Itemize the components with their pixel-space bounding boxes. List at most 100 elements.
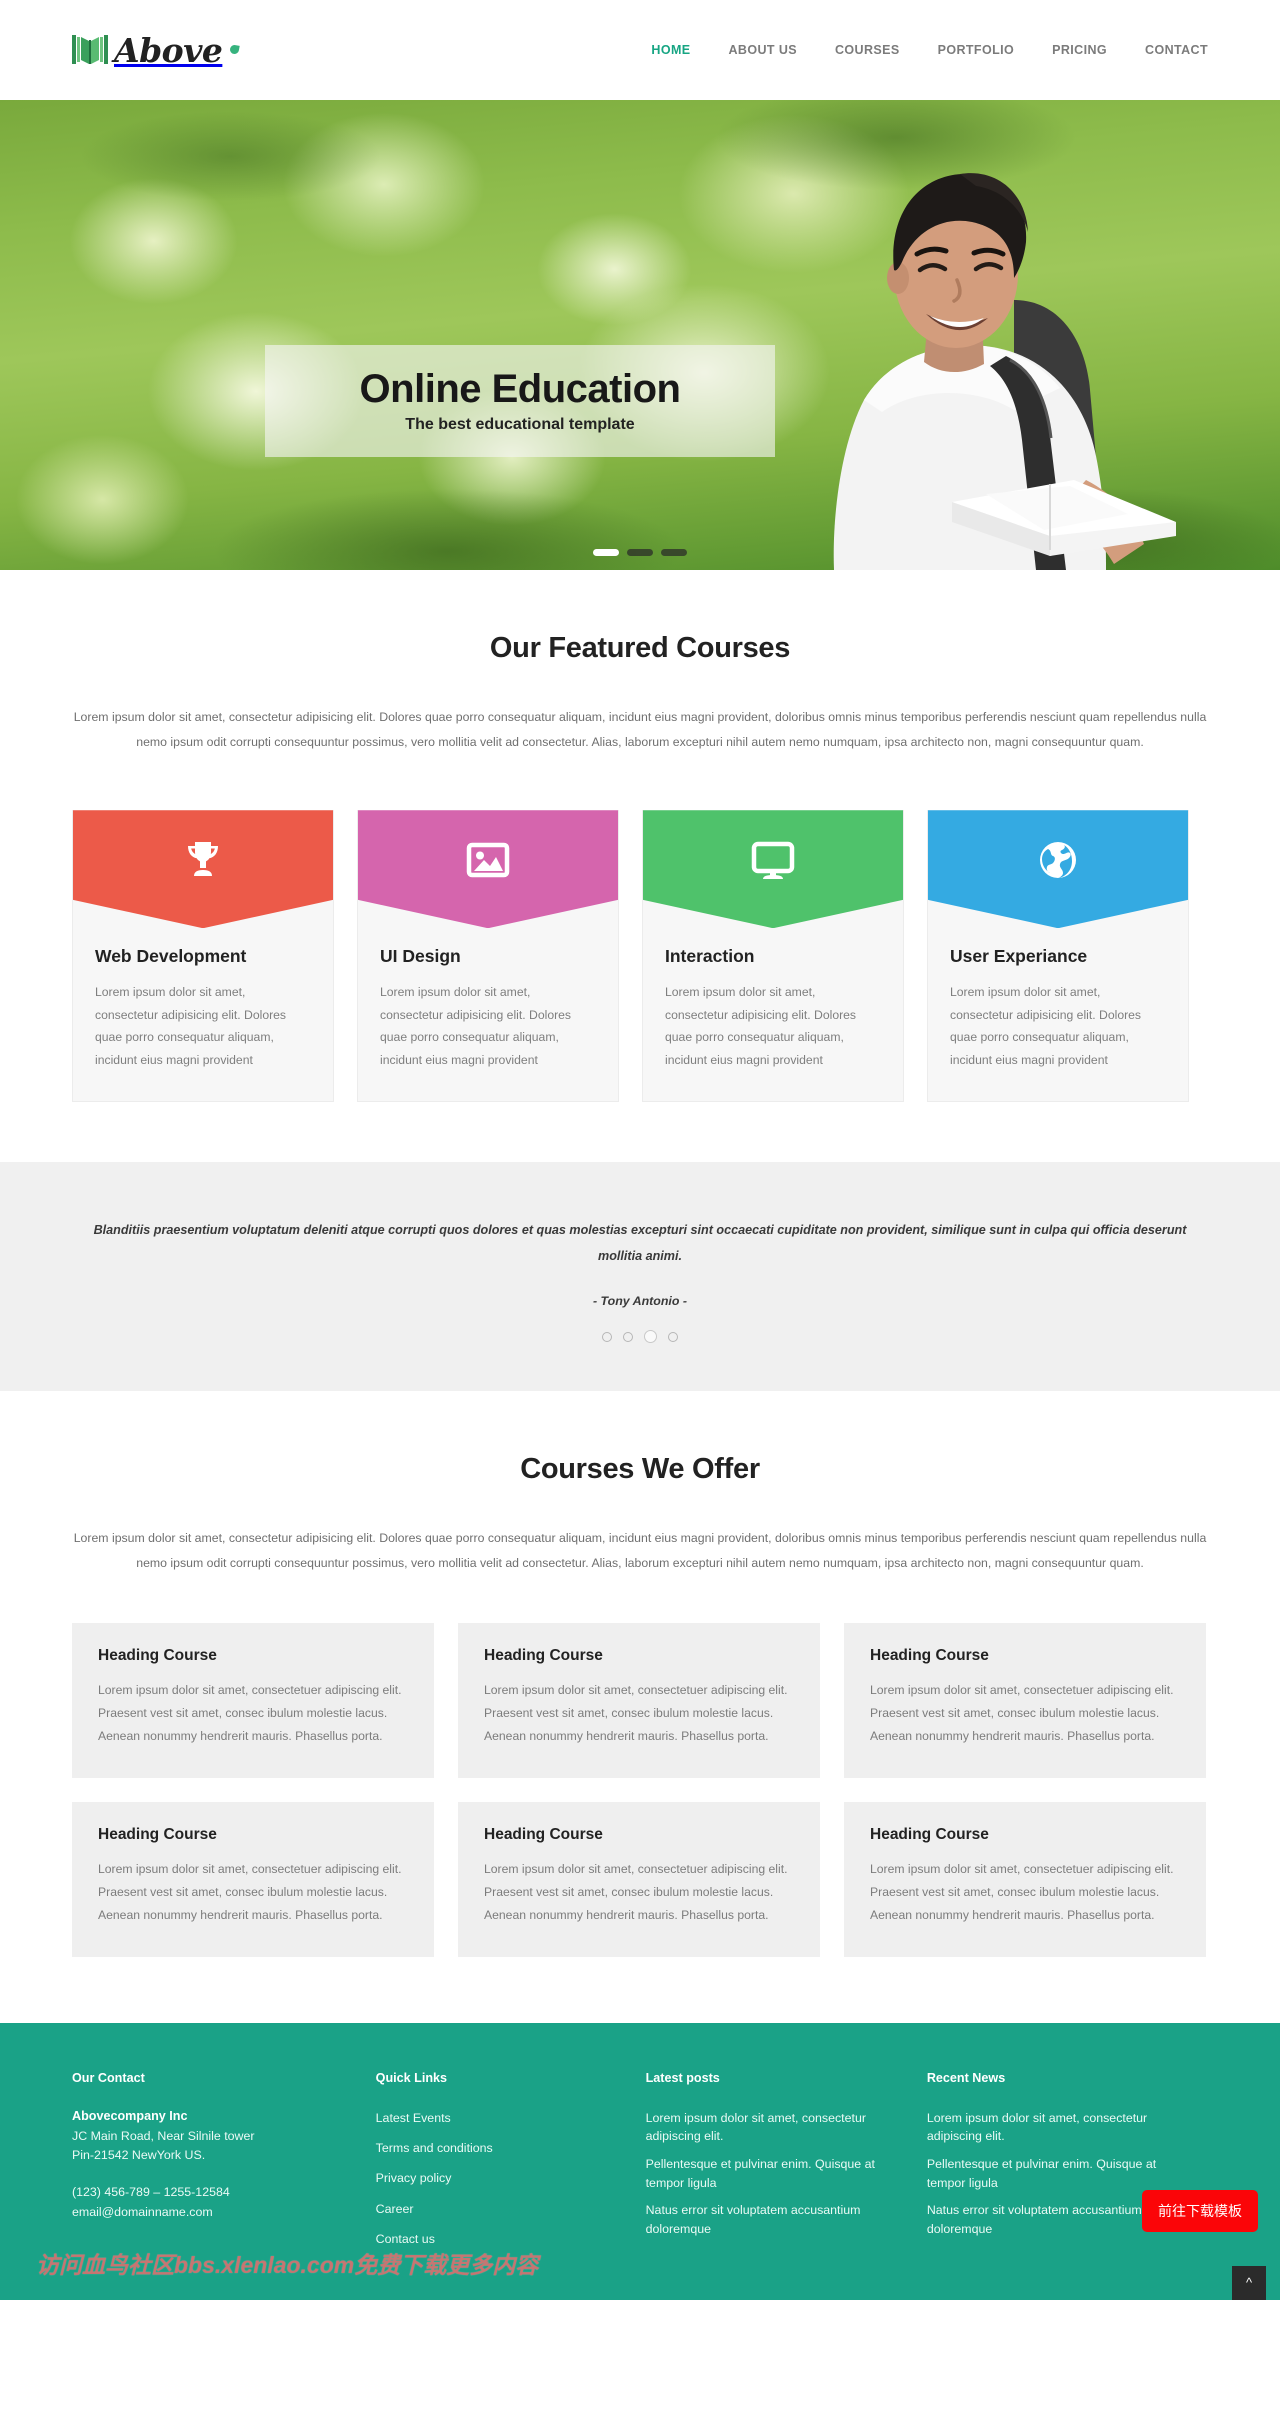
testimonial-carousel-indicators — [0, 1330, 1280, 1344]
footer-latest-post-item[interactable]: Pellentesque et pulvinar enim. Quisque a… — [646, 2155, 897, 2192]
offer-card-title: Heading Course — [484, 1826, 603, 1844]
offer-card-description: Lorem ipsum dolor sit amet, consectetuer… — [98, 1683, 402, 1744]
nav-item-pricing[interactable]: PRICING — [1052, 43, 1107, 57]
main-navigation: HOME ABOUT US COURSES PORTFOLIO PRICING … — [651, 43, 1208, 57]
feature-card-body: User Experiance Lorem ipsum dolor sit am… — [928, 928, 1188, 1101]
download-template-button[interactable]: 前往下载模板 — [1142, 2189, 1258, 2232]
feature-card-body: UI Design Lorem ipsum dolor sit amet, co… — [358, 928, 618, 1101]
chevron-up-icon: ^ — [1245, 2275, 1253, 2291]
footer-email[interactable]: email@domainname.com — [72, 2203, 346, 2222]
offer-card-title: Heading Course — [98, 1647, 217, 1665]
offer-card-title: Heading Course — [98, 1826, 217, 1844]
footer-phone[interactable]: (123) 456-789 – 1255-12584 — [72, 2183, 346, 2202]
featured-section-lead: Lorem ipsum dolor sit amet, consectetur … — [73, 710, 1207, 749]
offer-section-lead: Lorem ipsum dolor sit amet, consectetur … — [73, 1531, 1207, 1570]
offer-card-list: Heading Course Lorem ipsum dolor sit ame… — [72, 1623, 1208, 2023]
footer-company-name: Abovecompany Inc — [72, 2108, 188, 2123]
hero-student-photo — [714, 150, 1184, 570]
offer-card[interactable]: Heading Course Lorem ipsum dolor sit ame… — [72, 1623, 434, 1779]
feature-card-body: Interaction Lorem ipsum dolor sit amet, … — [643, 928, 903, 1101]
footer-recent-news-item[interactable]: Pellentesque et pulvinar enim. Quisque a… — [927, 2155, 1178, 2192]
footer-heading-our-contact: Our Contact — [72, 2070, 145, 2085]
feature-card-title: UI Design — [380, 946, 461, 967]
feature-card-body: Web Development Lorem ipsum dolor sit am… — [73, 928, 333, 1101]
feature-card-banner — [358, 810, 618, 929]
feature-card-banner — [73, 810, 333, 929]
nav-item-home[interactable]: HOME — [651, 43, 690, 57]
logo-text: Above — [114, 30, 223, 70]
site-logo[interactable]: Above — [72, 30, 241, 70]
featured-courses-section: Our Featured Courses Lorem ipsum dolor s… — [0, 570, 1280, 1163]
hero-text-panel: Online Education The best educational te… — [265, 345, 775, 457]
footer-link-privacy-policy[interactable]: Privacy policy — [376, 2169, 616, 2188]
testimonial-indicator-1[interactable] — [602, 1331, 612, 1342]
offer-section-title: Courses We Offer — [520, 1453, 760, 1486]
nav-item-portfolio[interactable]: PORTFOLIO — [938, 43, 1015, 57]
site-watermark: 访问血鸟社区bbs.xlenlao.com免费下载更多内容 — [36, 2251, 539, 2278]
offer-card[interactable]: Heading Course Lorem ipsum dolor sit ame… — [458, 1802, 820, 1957]
trophy-icon — [179, 836, 227, 884]
feature-card-ui-design[interactable]: UI Design Lorem ipsum dolor sit amet, co… — [357, 810, 619, 1103]
feature-card-title: User Experiance — [950, 946, 1088, 967]
feature-card-title: Interaction — [665, 946, 755, 967]
courses-we-offer-section: Courses We Offer Lorem ipsum dolor sit a… — [0, 1391, 1280, 2023]
globe-icon — [1034, 836, 1082, 884]
offer-card[interactable]: Heading Course Lorem ipsum dolor sit ame… — [844, 1623, 1206, 1779]
site-footer: Our Contact Abovecompany Inc JC Main Roa… — [0, 2022, 1280, 2300]
offer-card[interactable]: Heading Course Lorem ipsum dolor sit ame… — [72, 1802, 434, 1957]
feature-card-user-experiance[interactable]: User Experiance Lorem ipsum dolor sit am… — [927, 810, 1189, 1103]
footer-address-line-2: Pin-21542 NewYork US. — [72, 2148, 206, 2163]
footer-recent-news-item[interactable]: Lorem ipsum dolor sit amet, consectetur … — [927, 2109, 1178, 2146]
offer-card-title: Heading Course — [484, 1647, 603, 1665]
offer-card-description: Lorem ipsum dolor sit amet, consectetuer… — [870, 1683, 1174, 1744]
footer-heading-quick-links: Quick Links — [375, 2070, 448, 2085]
feature-card-interaction[interactable]: Interaction Lorem ipsum dolor sit amet, … — [642, 810, 904, 1103]
feature-card-description: Lorem ipsum dolor sit amet, consectetur … — [665, 985, 857, 1067]
footer-column-our-contact: Our Contact Abovecompany Inc JC Main Roa… — [72, 2071, 376, 2260]
feature-card-description: Lorem ipsum dolor sit amet, consectetur … — [950, 985, 1142, 1067]
footer-latest-post-item[interactable]: Natus error sit voluptatem accusantium d… — [646, 2201, 897, 2238]
footer-link-terms-and-conditions[interactable]: Terms and conditions — [376, 2139, 616, 2158]
offer-card-title: Heading Course — [870, 1826, 989, 1844]
hero-indicator-3[interactable] — [661, 549, 687, 556]
testimonial-section: Blanditiis praesentium voluptatum deleni… — [0, 1162, 1280, 1392]
feature-card-description: Lorem ipsum dolor sit amet, consectetur … — [380, 985, 572, 1067]
testimonial-indicator-2[interactable] — [623, 1331, 633, 1342]
image-icon — [464, 836, 512, 884]
feature-card-banner — [643, 810, 903, 929]
feature-card-description: Lorem ipsum dolor sit amet, consectetur … — [95, 985, 287, 1067]
footer-link-career[interactable]: Career — [376, 2200, 616, 2219]
monitor-icon — [749, 836, 797, 884]
footer-heading-recent-news: Recent News — [926, 2070, 1006, 2085]
footer-spacer — [72, 2165, 346, 2183]
offer-card-description: Lorem ipsum dolor sit amet, consectetuer… — [98, 1862, 402, 1922]
hero-carousel-indicators — [0, 549, 1280, 556]
footer-latest-post-item[interactable]: Lorem ipsum dolor sit amet, consectetur … — [646, 2109, 897, 2146]
site-header: Above HOME ABOUT US COURSES PORTFOLIO PR… — [0, 0, 1280, 100]
feature-card-web-development[interactable]: Web Development Lorem ipsum dolor sit am… — [72, 810, 334, 1103]
offer-card-description: Lorem ipsum dolor sit amet, consectetuer… — [870, 1862, 1174, 1922]
logo-leaf-dot-icon — [229, 43, 241, 55]
hero-indicator-2[interactable] — [627, 549, 653, 556]
testimonial-indicator-4[interactable] — [668, 1331, 678, 1342]
offer-card[interactable]: Heading Course Lorem ipsum dolor sit ame… — [844, 1802, 1206, 1957]
offer-card-description: Lorem ipsum dolor sit amet, consectetuer… — [484, 1862, 788, 1922]
scroll-to-top-button[interactable]: ^ — [1232, 2265, 1266, 2300]
footer-heading-latest-posts: Latest posts — [645, 2070, 720, 2085]
nav-item-contact[interactable]: CONTACT — [1145, 43, 1208, 57]
footer-link-latest-events[interactable]: Latest Events — [376, 2109, 616, 2128]
footer-column-quick-links: Quick Links Latest Events Terms and cond… — [376, 2071, 646, 2260]
testimonial-indicator-3[interactable] — [644, 1330, 657, 1344]
featured-card-list: Web Development Lorem ipsum dolor sit am… — [72, 810, 1208, 1162]
feature-card-title: Web Development — [95, 946, 247, 967]
footer-column-latest-posts: Latest posts Lorem ipsum dolor sit amet,… — [646, 2071, 927, 2260]
offer-card-description: Lorem ipsum dolor sit amet, consectetuer… — [484, 1683, 788, 1744]
nav-item-about-us[interactable]: ABOUT US — [729, 43, 797, 57]
hero-indicator-1[interactable] — [593, 549, 619, 556]
nav-item-courses[interactable]: COURSES — [835, 43, 900, 57]
offer-card[interactable]: Heading Course Lorem ipsum dolor sit ame… — [458, 1623, 820, 1779]
testimonial-author: - Tony Antonio - — [592, 1294, 688, 1309]
footer-columns: Our Contact Abovecompany Inc JC Main Roa… — [72, 2071, 1208, 2260]
footer-recent-news-item[interactable]: Natus error sit voluptatem accusantium d… — [927, 2201, 1178, 2238]
feature-card-banner — [928, 810, 1188, 929]
